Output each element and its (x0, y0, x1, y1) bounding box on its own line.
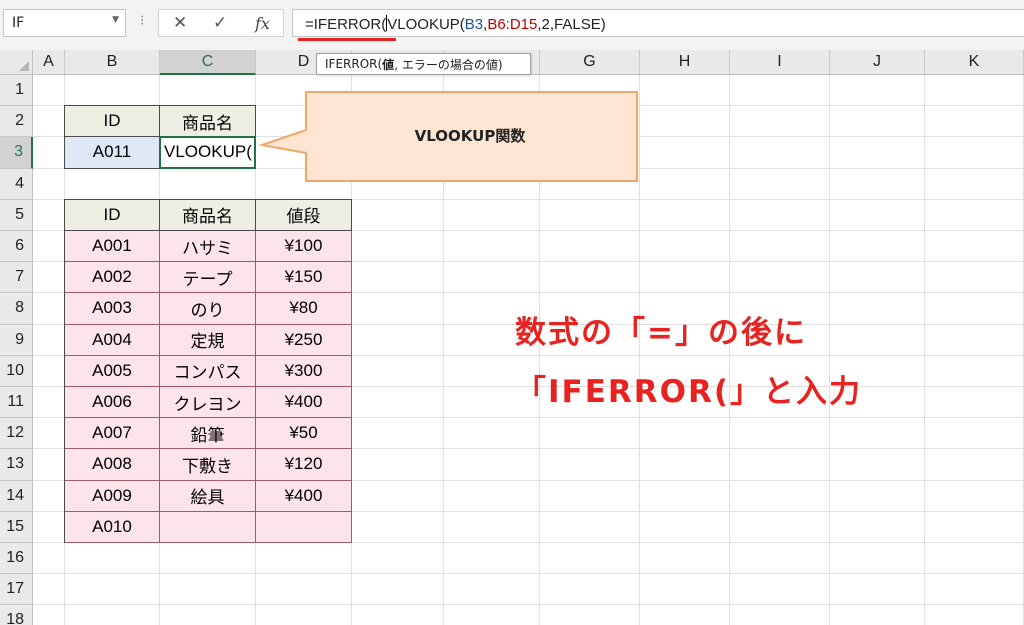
formula-buttons: ✕ ✓ fx (158, 9, 284, 37)
spreadsheet-grid[interactable]: ABCDEFGHIJK 123456789101112131415161718 … (0, 50, 1024, 625)
formula-prefix: =IFERROR( (305, 16, 387, 33)
formula-input[interactable]: =IFERROR(VLOOKUP(B3,B6:D15,2,FALSE) (292, 9, 1024, 37)
formula-rest: ,2,FALSE) (537, 16, 606, 33)
callout-vlookup: VLOOKUP関数 (258, 91, 638, 182)
formula-ref-2: B6:D15 (487, 16, 538, 33)
name-box-value: IF (12, 15, 25, 31)
insert-function-icon[interactable]: fx (255, 14, 270, 33)
callout-text: VLOOKUP関数 (415, 127, 527, 145)
annotation-line-1: 数式の「=」の後に (515, 315, 807, 351)
name-box[interactable]: IF ▼ (3, 9, 126, 37)
formula-highlight-underline (298, 38, 396, 41)
more-options-icon[interactable]: ⁝ (140, 14, 144, 28)
formula-func: VLOOKUP( (387, 16, 465, 33)
formula-bar: IF ▼ ⁝ ✕ ✓ fx =IFERROR(VLOOKUP(B3,B6:D15… (0, 0, 1024, 50)
formula-text: =IFERROR(VLOOKUP(B3,B6:D15,2,FALSE) (305, 15, 606, 33)
chevron-down-icon[interactable]: ▼ (112, 15, 119, 25)
enter-check-icon[interactable]: ✓ (213, 13, 227, 33)
cancel-icon[interactable]: ✕ (173, 13, 187, 33)
formula-ref-1: B3 (464, 16, 484, 33)
annotation-line-2: 「IFERROR(」と入力 (515, 374, 863, 410)
